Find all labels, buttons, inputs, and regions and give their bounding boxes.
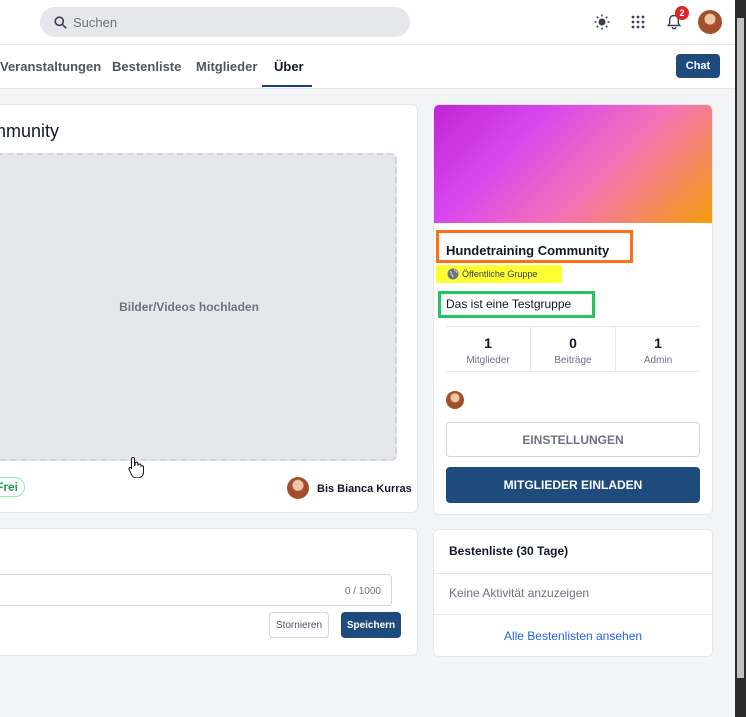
stat-label: Admin [643,355,673,366]
price-label: Frei [0,480,19,494]
description-textarea[interactable]: 0 / 1000 [0,574,392,606]
stat-label: Mitglieder [466,355,510,366]
save-button[interactable]: Speichern [341,612,401,638]
divider [434,573,712,574]
apps-grid-icon[interactable] [628,12,648,32]
leaderboard-title: Bestenliste (30 Tage) [449,544,569,558]
tab-veranstaltungen[interactable]: Veranstaltungen [0,59,101,74]
group-name: Hundetraining Community [446,243,610,258]
settings-button[interactable]: EINSTELLUNGEN [446,422,700,457]
stat-value: 0 [569,335,577,351]
group-media-card: mmunity Bilder/Videos hochladen Frei Bis… [0,104,418,513]
top-bar: 2 [0,0,735,45]
upload-label: Bilder/Videos hochladen [119,300,259,314]
price-badge: Frei [0,477,26,497]
invite-members-button[interactable]: MITGLIEDER EINLADEN [446,467,700,503]
notification-badge: 2 [675,6,689,20]
group-visibility: Öffentliche Gruppe [462,269,538,279]
all-leaderboards-link[interactable]: Alle Bestenlisten ansehen [434,629,712,643]
stat-label: Beiträge [554,355,592,366]
leaderboard-card: Bestenliste (30 Tage) Keine Aktivität an… [433,529,713,657]
media-upload-area[interactable]: Bilder/Videos hochladen [0,153,397,461]
leaderboard-empty: Keine Aktivität anzuzeigen [449,586,590,600]
divider [434,614,712,615]
group-description: Das ist eine Testgruppe [446,297,572,311]
stat-admins: 1 Admin [615,327,700,371]
page-title: mmunity [0,121,60,141]
sun-icon[interactable] [592,12,612,32]
group-stats: 1 Mitglieder 0 Beiträge 1 Admin [446,326,700,372]
stat-members: 1 Mitglieder [446,327,530,371]
host-avatar [287,477,309,499]
search-bar[interactable] [40,7,410,37]
search-input[interactable] [73,14,373,30]
member-avatar[interactable] [446,391,464,409]
search-icon [54,15,67,29]
group-subnav: Veranstaltungen Bestenliste Mitglieder Ü… [0,45,735,89]
chat-button[interactable]: Chat [676,54,720,78]
globe-icon [447,268,459,280]
scrollbar-thumb[interactable] [737,18,744,678]
stat-value: 1 [484,335,492,351]
cancel-button[interactable]: Stornieren [269,612,329,638]
tab-ueber[interactable]: Über [274,59,304,74]
tab-bestenliste[interactable]: Bestenliste [112,59,181,74]
description-edit-card: 0 / 1000 Stornieren Speichern [0,528,418,656]
tab-mitglieder[interactable]: Mitglieder [196,59,257,74]
stat-posts: 0 Beiträge [530,327,615,371]
group-info-card: Hundetraining Community Öffentliche Grup… [433,104,713,515]
stat-value: 1 [654,335,662,351]
user-avatar[interactable] [698,10,722,34]
active-tab-indicator [262,85,312,87]
group-cover-image [434,105,712,223]
char-counter: 0 / 1000 [344,586,381,597]
host-name: Bis Bianca Kurras [317,483,412,495]
hand-cursor-icon [128,456,144,478]
